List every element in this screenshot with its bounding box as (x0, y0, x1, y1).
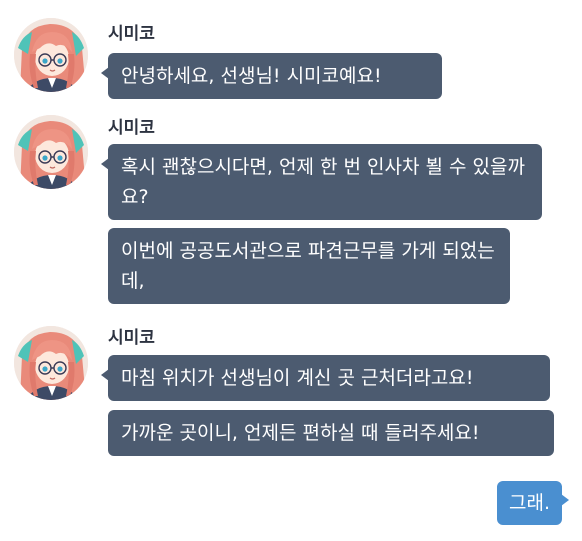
message-bubble: 이번에 공공도서관으로 파견근무를 가게 되었는데, (108, 228, 510, 304)
message-bubble: 안녕하세요, 선생님! 시미코예요! (101, 53, 442, 99)
sender-name: 시미코 (108, 118, 155, 138)
avatar-icon[interactable] (14, 18, 88, 92)
sender-name: 시미코 (108, 24, 155, 44)
message-bubble: 혹시 괜찮으시다면, 언제 한 번 인사차 뵐 수 있을까요? (101, 144, 542, 220)
reply-bubble: 그래. (497, 481, 569, 525)
message-bubble: 가까운 곳이니, 언제든 편하실 때 들러주세요! (108, 410, 554, 456)
sender-name: 시미코 (108, 328, 155, 348)
avatar-icon[interactable] (14, 326, 88, 400)
avatar-icon[interactable] (14, 115, 88, 189)
message-bubble: 마침 위치가 선생님이 계신 곳 근처더라고요! (101, 355, 550, 401)
